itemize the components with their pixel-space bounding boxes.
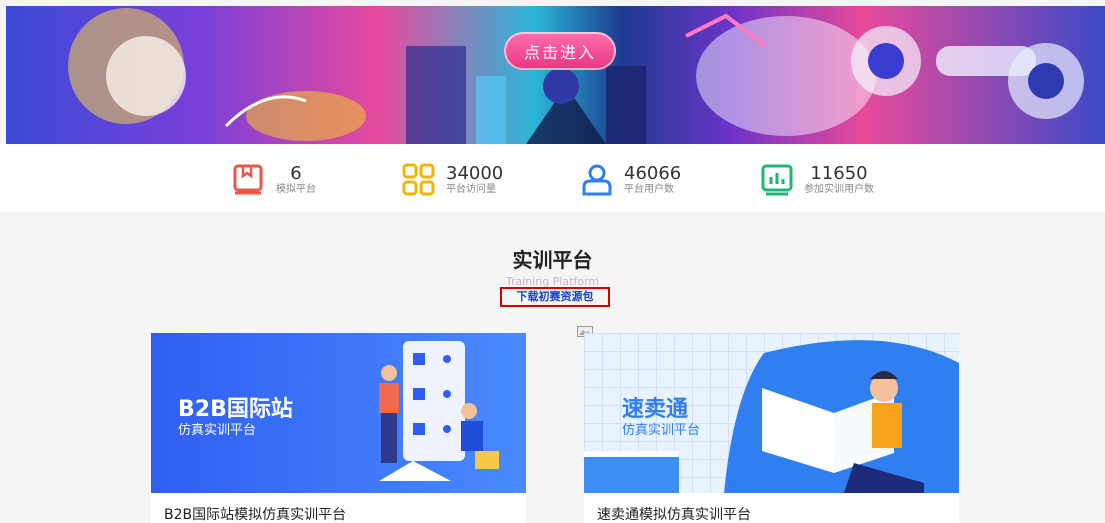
enter-button[interactable]: 点击进入 bbox=[504, 32, 616, 70]
download-resources-button[interactable]: 下载初赛资源包 bbox=[500, 287, 610, 307]
platform-card-b2b[interactable]: B2B国际站 仿真实训平台 B2B国际站模拟仿真实训平台 bbox=[151, 333, 526, 523]
card-caption[interactable]: 速卖通模拟仿真实训平台 bbox=[597, 504, 751, 523]
card-caption[interactable]: B2B国际站模拟仿真实训平台 bbox=[164, 504, 346, 523]
card-image-subtitle: 仿真实训平台 bbox=[622, 423, 701, 438]
user-icon bbox=[582, 164, 612, 196]
stat-visits: 34000 平台访问量 bbox=[402, 160, 503, 200]
stat-trainees: 11650 参加实训用户数 bbox=[760, 160, 874, 200]
grid-icon bbox=[402, 163, 435, 196]
banner-illustration bbox=[68, 8, 1084, 144]
stat-label: 平台访问量 bbox=[446, 184, 496, 195]
card-image-subtitle: 仿真实训平台 bbox=[178, 423, 257, 438]
hero-banner[interactable]: 点击进入 bbox=[6, 6, 1105, 144]
book-icon bbox=[233, 164, 263, 195]
stat-value: 46066 bbox=[624, 163, 682, 184]
card-image: 速卖通 仿真实训平台 bbox=[584, 333, 959, 493]
stat-value: 11650 bbox=[810, 163, 868, 184]
section-title: 实训平台 bbox=[512, 248, 593, 272]
stat-value: 34000 bbox=[446, 163, 504, 184]
chart-icon bbox=[761, 164, 793, 196]
card-image: B2B国际站 仿真实训平台 bbox=[151, 333, 526, 493]
stat-users: 46066 平台用户数 bbox=[580, 160, 681, 200]
stat-value: 6 bbox=[290, 163, 302, 184]
stat-label: 平台用户数 bbox=[624, 184, 674, 195]
stat-label: 参加实训用户数 bbox=[804, 184, 874, 195]
stat-platforms: 6 模拟平台 bbox=[232, 160, 316, 200]
stat-label: 模拟平台 bbox=[276, 184, 316, 195]
stats-bar: 6 模拟平台 34000 平台访问量 46066 平台用户数 11650 参加实… bbox=[0, 144, 1105, 212]
platform-card-aliexpress[interactable]: 速卖通 仿真实训平台 速卖通模拟仿真实训平台 bbox=[584, 333, 959, 523]
